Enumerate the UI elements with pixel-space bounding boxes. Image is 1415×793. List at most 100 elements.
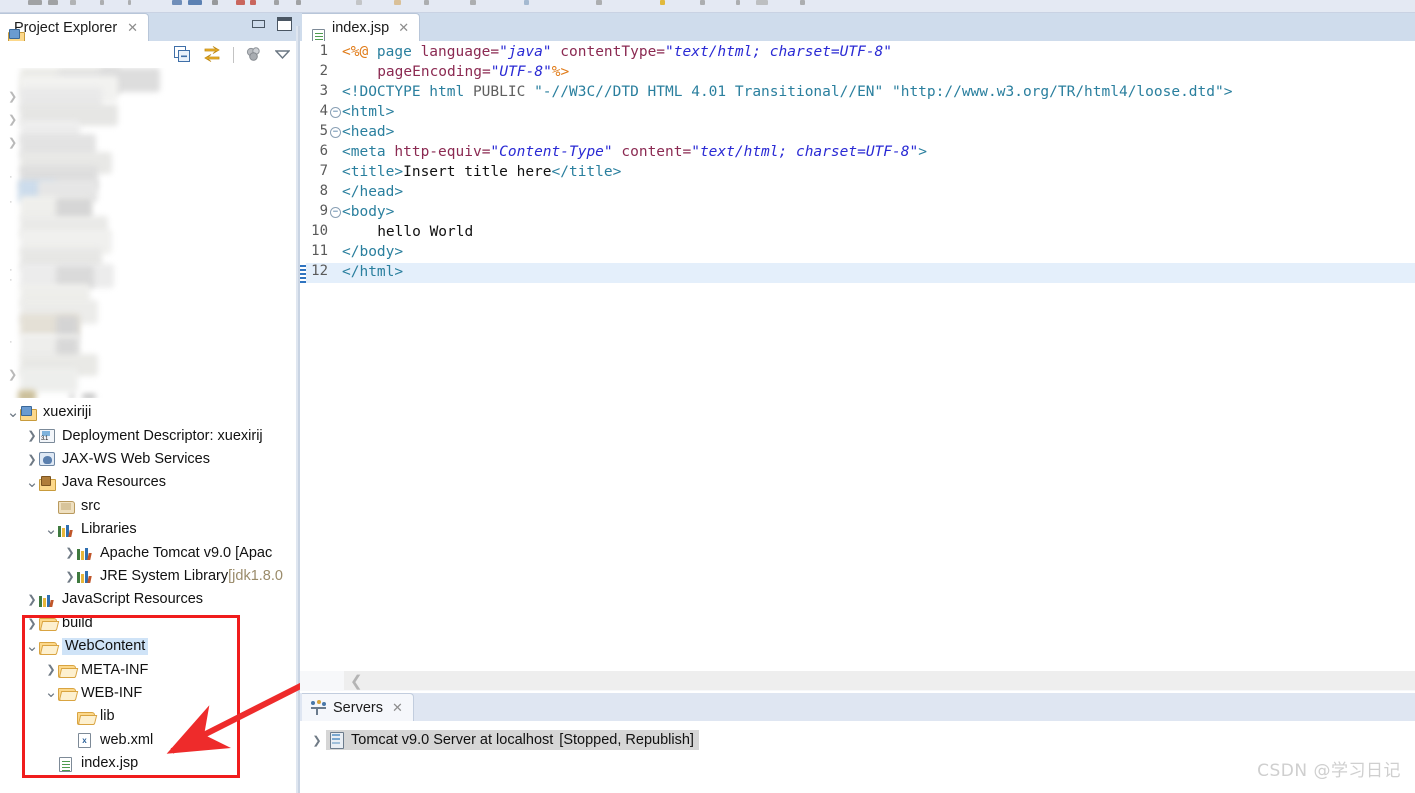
- chevron-down-icon[interactable]: ⌄: [6, 405, 20, 420]
- code-token: <body>: [342, 204, 395, 220]
- tab-servers[interactable]: Servers ✕: [302, 693, 414, 721]
- chevron-down-icon[interactable]: ⌄: [44, 522, 58, 537]
- code-text: pageEncoding="UTF-8"%>: [342, 64, 569, 80]
- chevron-right-icon[interactable]: ❯: [25, 453, 39, 466]
- code-text: </html>: [342, 264, 403, 280]
- code-line-5[interactable]: 5− <head>: [300, 123, 1415, 143]
- chevron-down-icon[interactable]: ⌄: [25, 639, 39, 654]
- java-resources-icon: [39, 475, 57, 491]
- tree-item-label: xuexiriji: [43, 404, 92, 421]
- tree-item-libraries[interactable]: ⌄ Libraries: [0, 518, 137, 541]
- fold-toggle-icon[interactable]: −: [330, 207, 341, 218]
- editor-horizontal-scrollbar[interactable]: ❮: [300, 671, 1415, 691]
- code-line-1[interactable]: 1 <%@ page language="java" contentType="t…: [300, 43, 1415, 63]
- chevron-right-icon[interactable]: ❯: [44, 663, 58, 676]
- tree-item-web-inf[interactable]: ⌄ WEB-INF: [0, 682, 142, 705]
- tree-item-java-resources[interactable]: ⌄ Java Resources: [0, 471, 166, 494]
- tree-item-javascript-resources[interactable]: ❯ JavaScript Resources: [0, 588, 203, 611]
- tree-item-jre-system-library[interactable]: ❯ JRE System Library [jdk1.8.0: [0, 565, 283, 588]
- tab-project-explorer[interactable]: Project Explorer ✕: [0, 13, 150, 44]
- tab-index-jsp[interactable]: index.jsp ✕: [302, 13, 421, 44]
- code-editor[interactable]: 1 <%@ page language="java" contentType="t…: [300, 41, 1415, 671]
- collapse-all-icon[interactable]: [174, 46, 191, 63]
- code-line-12[interactable]: 12 </html>: [300, 263, 1415, 283]
- chevron-right-icon[interactable]: ❯: [25, 617, 39, 630]
- fold-toggle-icon[interactable]: −: [330, 127, 341, 138]
- code-line-10[interactable]: 10 hello World: [300, 223, 1415, 243]
- chevron-right-icon[interactable]: ❯: [25, 593, 39, 606]
- server-entry[interactable]: Tomcat v9.0 Server at localhost [Stopped…: [326, 730, 699, 750]
- source-folder-icon: [58, 498, 76, 515]
- servers-view[interactable]: ❯ Tomcat v9.0 Server at localhost [Stopp…: [300, 721, 1415, 793]
- code-token: hello World: [377, 224, 474, 240]
- close-icon[interactable]: ✕: [398, 20, 409, 36]
- view-filter-icon[interactable]: [246, 47, 263, 62]
- jsp-file-icon: [58, 756, 76, 772]
- tree-item-lib[interactable]: lib: [0, 705, 115, 728]
- code-token: </title>: [551, 164, 622, 180]
- link-with-editor-icon[interactable]: [203, 46, 221, 63]
- tree-item-xuexiriji[interactable]: ⌄ xuexiriji: [0, 401, 91, 424]
- tree-item-webcontent[interactable]: ⌄ WebContent: [0, 635, 149, 658]
- view-menu-icon[interactable]: [275, 48, 290, 61]
- library-icon: [58, 522, 76, 538]
- editor-tabbar: index.jsp ✕: [300, 13, 1415, 44]
- code-line-4[interactable]: 4− <html>: [300, 103, 1415, 123]
- close-icon[interactable]: ✕: [392, 700, 403, 716]
- tree-item-apache-tomcat-v9-0-apac[interactable]: ❯ Apache Tomcat v9.0 [Apac: [0, 541, 272, 564]
- chevron-left-icon[interactable]: ❮: [350, 672, 363, 690]
- line-number: 4: [319, 103, 328, 119]
- chevron-right-icon[interactable]: ❯: [63, 570, 77, 583]
- tree-item-label: index.jsp: [81, 755, 139, 772]
- main-toolbar-strip[interactable]: [0, 0, 1415, 13]
- code-token: <!DOCTYPE html: [342, 84, 473, 100]
- tree-item-src[interactable]: src: [0, 495, 100, 518]
- project-icon: [20, 405, 38, 421]
- chevron-right-icon[interactable]: ❯: [25, 429, 39, 442]
- folder-icon: [39, 615, 57, 632]
- code-token: contentType=: [560, 44, 666, 60]
- chevron-right-icon[interactable]: ❯: [308, 734, 326, 747]
- code-token: http-equiv=: [394, 144, 491, 160]
- code-token: PUBLIC: [472, 84, 526, 100]
- tree-item-label: Libraries: [81, 521, 137, 538]
- chevron-down-icon[interactable]: ⌄: [25, 475, 39, 490]
- code-text: <body>: [342, 204, 394, 220]
- code-line-8[interactable]: 8 </head>: [300, 183, 1415, 203]
- tab-label: Project Explorer: [14, 19, 118, 36]
- code-line-2[interactable]: 2 pageEncoding="UTF-8"%>: [300, 63, 1415, 83]
- tree-item-deployment-descriptor-xuexirij[interactable]: ❯ Deployment Descriptor: xuexirij: [0, 424, 263, 447]
- close-icon[interactable]: ✕: [127, 20, 138, 36]
- chevron-down-icon[interactable]: ⌄: [44, 685, 58, 700]
- code-line-11[interactable]: 11 </body>: [300, 243, 1415, 263]
- code-line-7[interactable]: 7 <title>Insert title here</title>: [300, 163, 1415, 183]
- server-icon: [329, 732, 345, 749]
- tree-item-index-jsp[interactable]: index.jsp: [0, 752, 138, 775]
- tree-item-web-xml[interactable]: x web.xml: [0, 729, 153, 752]
- code-token: </body>: [342, 244, 404, 260]
- line-number: 7: [319, 163, 328, 179]
- tree-item-jax-ws-web-services[interactable]: ❯ JAX-WS Web Services: [0, 448, 210, 471]
- code-token: "-//W3C//DTD HTML 4.01 Transitional//EN"…: [525, 84, 1233, 100]
- chevron-right-icon[interactable]: ❯: [63, 546, 77, 559]
- code-text: </head>: [342, 184, 403, 200]
- code-line-9[interactable]: 9− <body>: [300, 203, 1415, 223]
- code-token: <meta: [342, 144, 395, 160]
- line-number: 5: [319, 123, 328, 139]
- servers-icon: [310, 700, 327, 715]
- code-line-3[interactable]: 3 <!DOCTYPE html PUBLIC "-//W3C//DTD HTML…: [300, 83, 1415, 103]
- line-number: 9: [319, 203, 328, 219]
- code-line-6[interactable]: 6 <meta http-equiv="Content-Type" content…: [300, 143, 1415, 163]
- server-row[interactable]: ❯ Tomcat v9.0 Server at localhost [Stopp…: [308, 729, 699, 751]
- maximize-icon[interactable]: [277, 17, 292, 31]
- line-number: 12: [311, 263, 328, 279]
- minimize-icon[interactable]: [252, 20, 265, 28]
- scrollbar-track[interactable]: [344, 671, 1415, 690]
- fold-toggle-icon[interactable]: −: [330, 107, 341, 118]
- tree-item-build[interactable]: ❯ build: [0, 612, 93, 635]
- code-token: %>: [551, 64, 570, 80]
- tree-item-meta-inf[interactable]: ❯ META-INF: [0, 658, 148, 681]
- project-explorer-tabbar: Project Explorer ✕: [0, 13, 300, 44]
- web-services-icon: [39, 451, 57, 467]
- tree-item-label: src: [81, 497, 101, 514]
